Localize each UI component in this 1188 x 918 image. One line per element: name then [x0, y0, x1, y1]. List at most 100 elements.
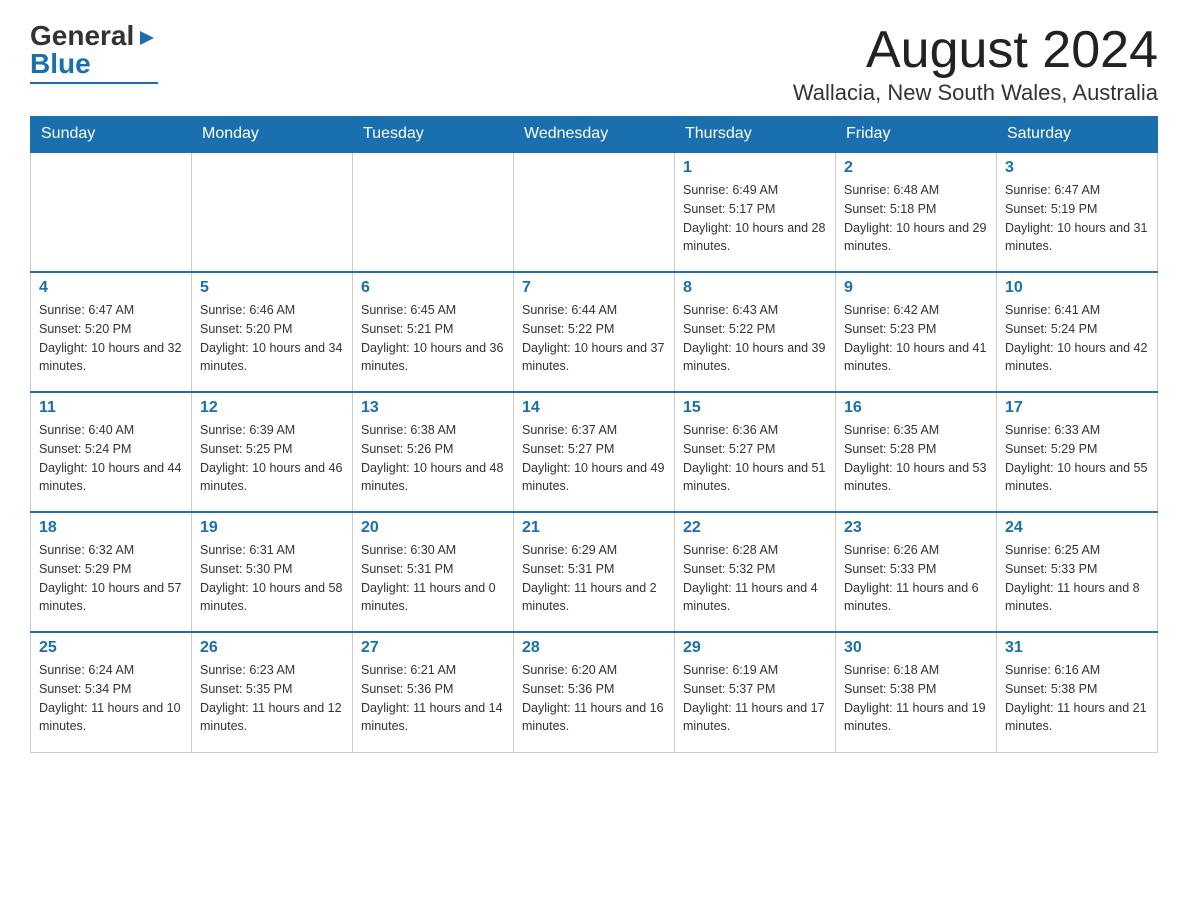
calendar-week-row: 18 Sunrise: 6:32 AMSunset: 5:29 PMDayligh…: [31, 512, 1158, 632]
logo: General Blue: [30, 20, 158, 84]
day-info: Sunrise: 6:30 AMSunset: 5:31 PMDaylight:…: [361, 541, 505, 616]
calendar-cell: 13Sunrise: 6:38 AMSunset: 5:26 PMDayligh…: [353, 392, 514, 512]
day-info: Sunrise: 6:26 AMSunset: 5:33 PMDaylight:…: [844, 541, 988, 616]
day-number: 8: [683, 279, 827, 297]
day-info: Sunrise: 6:32 AMSunset: 5:29 PMDaylight:…: [39, 541, 183, 616]
day-number: 14: [522, 399, 666, 417]
day-number: 17: [1005, 399, 1149, 417]
calendar-cell: 28 Sunrise: 6:20 AMSunset: 5:36 PMDayligh…: [514, 632, 675, 752]
day-info: Sunrise: 6:43 AMSunset: 5:22 PMDaylight:…: [683, 301, 827, 376]
calendar-cell: 18 Sunrise: 6:32 AMSunset: 5:29 PMDayligh…: [31, 512, 192, 632]
day-info: Sunrise: 6:18 AMSunset: 5:38 PMDaylight:…: [844, 661, 988, 736]
day-number: 12: [200, 399, 344, 417]
calendar-week-row: 25 Sunrise: 6:24 AMSunset: 5:34 PMDayligh…: [31, 632, 1158, 752]
day-info: Sunrise: 6:23 AMSunset: 5:35 PMDaylight:…: [200, 661, 344, 736]
day-info: Sunrise: 6:38 AMSunset: 5:26 PMDaylight:…: [361, 421, 505, 496]
day-number: 23: [844, 519, 988, 537]
month-title: August 2024: [793, 20, 1158, 80]
logo-arrow-icon: [136, 20, 158, 52]
day-number: 10: [1005, 279, 1149, 297]
col-friday: Friday: [836, 117, 997, 153]
col-thursday: Thursday: [675, 117, 836, 153]
calendar-cell: 12 Sunrise: 6:39 AMSunset: 5:25 PMDayligh…: [192, 392, 353, 512]
day-info: Sunrise: 6:44 AMSunset: 5:22 PMDaylight:…: [522, 301, 666, 376]
calendar-cell: 3Sunrise: 6:47 AMSunset: 5:19 PMDaylight…: [997, 152, 1158, 272]
day-number: 29: [683, 639, 827, 657]
day-info: Sunrise: 6:40 AMSunset: 5:24 PMDaylight:…: [39, 421, 183, 496]
day-info: Sunrise: 6:24 AMSunset: 5:34 PMDaylight:…: [39, 661, 183, 736]
day-number: 16: [844, 399, 988, 417]
day-info: Sunrise: 6:35 AMSunset: 5:28 PMDaylight:…: [844, 421, 988, 496]
day-info: Sunrise: 6:33 AMSunset: 5:29 PMDaylight:…: [1005, 421, 1149, 496]
calendar-cell: [31, 152, 192, 272]
logo-underline: [30, 82, 158, 84]
day-info: Sunrise: 6:47 AMSunset: 5:20 PMDaylight:…: [39, 301, 183, 376]
day-number: 30: [844, 639, 988, 657]
day-info: Sunrise: 6:48 AMSunset: 5:18 PMDaylight:…: [844, 181, 988, 256]
calendar-cell: 4 Sunrise: 6:47 AMSunset: 5:20 PMDaylight…: [31, 272, 192, 392]
day-info: Sunrise: 6:37 AMSunset: 5:27 PMDaylight:…: [522, 421, 666, 496]
day-number: 19: [200, 519, 344, 537]
calendar-cell: [353, 152, 514, 272]
day-number: 11: [39, 399, 183, 417]
day-number: 31: [1005, 639, 1149, 657]
calendar-cell: 21Sunrise: 6:29 AMSunset: 5:31 PMDayligh…: [514, 512, 675, 632]
day-number: 24: [1005, 519, 1149, 537]
calendar-cell: 2Sunrise: 6:48 AMSunset: 5:18 PMDaylight…: [836, 152, 997, 272]
day-number: 20: [361, 519, 505, 537]
calendar-header-row: Sunday Monday Tuesday Wednesday Thursday…: [31, 117, 1158, 153]
calendar-week-row: 1Sunrise: 6:49 AMSunset: 5:17 PMDaylight…: [31, 152, 1158, 272]
title-area: August 2024 Wallacia, New South Wales, A…: [793, 20, 1158, 106]
calendar-cell: 7 Sunrise: 6:44 AMSunset: 5:22 PMDaylight…: [514, 272, 675, 392]
calendar-cell: 11 Sunrise: 6:40 AMSunset: 5:24 PMDayligh…: [31, 392, 192, 512]
col-monday: Monday: [192, 117, 353, 153]
calendar-cell: 15Sunrise: 6:36 AMSunset: 5:27 PMDayligh…: [675, 392, 836, 512]
col-tuesday: Tuesday: [353, 117, 514, 153]
calendar-cell: 23 Sunrise: 6:26 AMSunset: 5:33 PMDayligh…: [836, 512, 997, 632]
day-number: 3: [1005, 159, 1149, 177]
calendar-cell: 20 Sunrise: 6:30 AMSunset: 5:31 PMDayligh…: [353, 512, 514, 632]
calendar-cell: 22Sunrise: 6:28 AMSunset: 5:32 PMDayligh…: [675, 512, 836, 632]
logo-blue-text: Blue: [30, 48, 91, 80]
day-info: Sunrise: 6:42 AMSunset: 5:23 PMDaylight:…: [844, 301, 988, 376]
day-number: 6: [361, 279, 505, 297]
day-info: Sunrise: 6:28 AMSunset: 5:32 PMDaylight:…: [683, 541, 827, 616]
calendar-cell: [192, 152, 353, 272]
day-info: Sunrise: 6:21 AMSunset: 5:36 PMDaylight:…: [361, 661, 505, 736]
day-number: 18: [39, 519, 183, 537]
day-info: Sunrise: 6:19 AMSunset: 5:37 PMDaylight:…: [683, 661, 827, 736]
day-info: Sunrise: 6:46 AMSunset: 5:20 PMDaylight:…: [200, 301, 344, 376]
page-header: General Blue August 2024 Wallacia, New S…: [30, 20, 1158, 106]
day-info: Sunrise: 6:45 AMSunset: 5:21 PMDaylight:…: [361, 301, 505, 376]
calendar-cell: 1Sunrise: 6:49 AMSunset: 5:17 PMDaylight…: [675, 152, 836, 272]
day-number: 7: [522, 279, 666, 297]
calendar-cell: 9Sunrise: 6:42 AMSunset: 5:23 PMDaylight…: [836, 272, 997, 392]
day-info: Sunrise: 6:31 AMSunset: 5:30 PMDaylight:…: [200, 541, 344, 616]
day-info: Sunrise: 6:20 AMSunset: 5:36 PMDaylight:…: [522, 661, 666, 736]
day-info: Sunrise: 6:41 AMSunset: 5:24 PMDaylight:…: [1005, 301, 1149, 376]
day-number: 25: [39, 639, 183, 657]
day-info: Sunrise: 6:25 AMSunset: 5:33 PMDaylight:…: [1005, 541, 1149, 616]
day-info: Sunrise: 6:49 AMSunset: 5:17 PMDaylight:…: [683, 181, 827, 256]
day-info: Sunrise: 6:39 AMSunset: 5:25 PMDaylight:…: [200, 421, 344, 496]
day-number: 27: [361, 639, 505, 657]
calendar-cell: 6 Sunrise: 6:45 AMSunset: 5:21 PMDaylight…: [353, 272, 514, 392]
location-subtitle: Wallacia, New South Wales, Australia: [793, 80, 1158, 106]
day-info: Sunrise: 6:16 AMSunset: 5:38 PMDaylight:…: [1005, 661, 1149, 736]
calendar-week-row: 4 Sunrise: 6:47 AMSunset: 5:20 PMDaylight…: [31, 272, 1158, 392]
calendar-cell: [514, 152, 675, 272]
col-sunday: Sunday: [31, 117, 192, 153]
calendar-cell: 8 Sunrise: 6:43 AMSunset: 5:22 PMDaylight…: [675, 272, 836, 392]
day-number: 4: [39, 279, 183, 297]
calendar-cell: 19 Sunrise: 6:31 AMSunset: 5:30 PMDayligh…: [192, 512, 353, 632]
calendar-cell: 16 Sunrise: 6:35 AMSunset: 5:28 PMDayligh…: [836, 392, 997, 512]
day-number: 28: [522, 639, 666, 657]
calendar-week-row: 11 Sunrise: 6:40 AMSunset: 5:24 PMDayligh…: [31, 392, 1158, 512]
calendar-cell: 26Sunrise: 6:23 AMSunset: 5:35 PMDayligh…: [192, 632, 353, 752]
day-info: Sunrise: 6:36 AMSunset: 5:27 PMDaylight:…: [683, 421, 827, 496]
calendar-cell: 5Sunrise: 6:46 AMSunset: 5:20 PMDaylight…: [192, 272, 353, 392]
col-saturday: Saturday: [997, 117, 1158, 153]
calendar-cell: 31 Sunrise: 6:16 AMSunset: 5:38 PMDayligh…: [997, 632, 1158, 752]
calendar-cell: 29 Sunrise: 6:19 AMSunset: 5:37 PMDayligh…: [675, 632, 836, 752]
calendar-cell: 27 Sunrise: 6:21 AMSunset: 5:36 PMDayligh…: [353, 632, 514, 752]
